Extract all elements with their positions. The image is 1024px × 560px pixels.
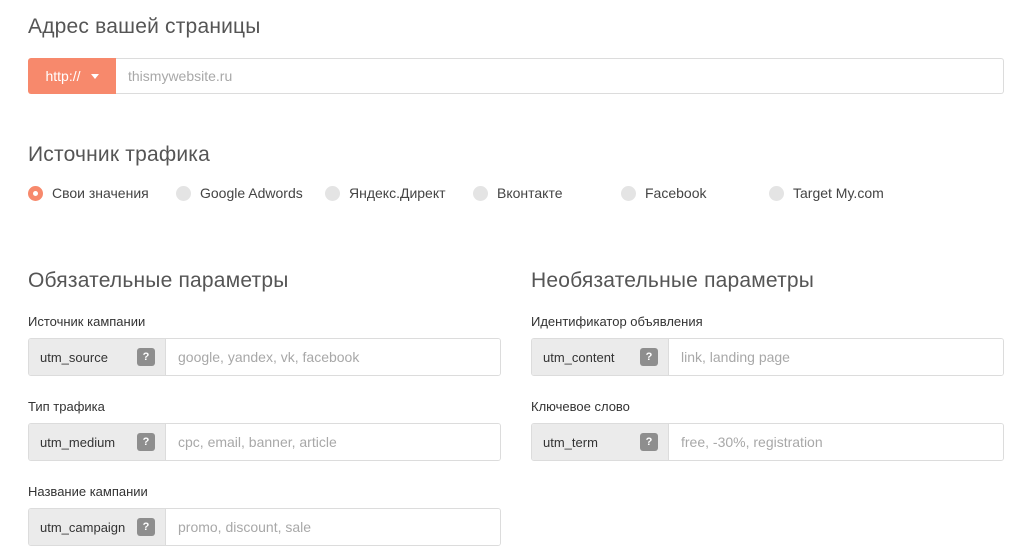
radio-google-adwords[interactable]: Google Adwords [176,185,303,201]
radio-facebook[interactable]: Facebook [621,185,706,201]
traffic-title: Источник трафика [28,143,210,166]
optional-title: Необязательные параметры [531,269,815,292]
param-tag: utm_medium ? [29,424,166,460]
utm-source-input[interactable] [166,339,500,375]
field-utm-campaign: Название кампании utm_campaign ? [28,483,501,546]
radio-yandex-direct[interactable]: Яндекс.Директ [325,185,446,201]
radio-label: Target My.com [793,185,884,201]
utm-content-input[interactable] [669,339,1003,375]
radio-label: Facebook [645,185,707,201]
field-label: Тип трафика [28,399,105,414]
field-box: utm_term ? [531,423,1004,461]
radio-label: Яндекс.Директ [349,185,446,201]
radio-unchecked-icon [325,185,340,201]
radio-checked-icon [28,185,43,201]
field-utm-source: Источник кампании utm_source ? [28,313,501,376]
field-box: utm_source ? [28,338,501,376]
url-row: http:// [28,58,1004,94]
protocol-label: http:// [45,68,81,84]
help-icon[interactable]: ? [640,348,658,366]
help-icon[interactable]: ? [640,433,658,451]
param-name: utm_term [543,434,598,450]
help-icon[interactable]: ? [137,433,155,451]
utm-term-input[interactable] [669,424,1003,460]
radio-target-mycom[interactable]: Target My.com [769,185,884,201]
radio-label: Google Adwords [200,185,303,201]
param-tag: utm_content ? [532,339,669,375]
field-box: utm_content ? [531,338,1004,376]
field-label: Название кампании [28,484,148,499]
radio-unchecked-icon [769,185,784,201]
field-box: utm_medium ? [28,423,501,461]
field-utm-medium: Тип трафика utm_medium ? [28,398,501,461]
field-label: Источник кампании [28,314,146,329]
field-utm-term: Ключевое слово utm_term ? [531,398,1004,461]
radio-unchecked-icon [176,185,191,201]
help-icon[interactable]: ? [137,518,155,536]
chevron-down-icon [90,73,99,79]
param-name: utm_medium [40,434,116,450]
param-name: utm_content [543,349,615,365]
address-title: Адрес вашей страницы [28,15,261,38]
utm-campaign-input[interactable] [166,509,500,545]
field-box: utm_campaign ? [28,508,501,546]
radio-unchecked-icon [473,185,488,201]
param-tag: utm_source ? [29,339,166,375]
protocol-dropdown[interactable]: http:// [28,58,116,94]
param-name: utm_campaign [40,519,126,535]
field-utm-content: Идентификатор объявления utm_content ? [531,313,1004,376]
field-label: Ключевое слово [531,399,630,414]
radio-label: Вконтакте [497,185,563,201]
radio-custom-values[interactable]: Свои значения [28,185,149,201]
required-title: Обязательные параметры [28,269,289,292]
param-name: utm_source [40,349,108,365]
field-label: Идентификатор объявления [531,314,703,329]
traffic-radio-group: Свои значения Google Adwords Яндекс.Дире… [28,185,1008,205]
radio-vkontakte[interactable]: Вконтакте [473,185,563,201]
radio-label: Свои значения [52,185,149,201]
param-tag: utm_term ? [532,424,669,460]
radio-unchecked-icon [621,185,636,201]
utm-medium-input[interactable] [166,424,500,460]
help-icon[interactable]: ? [137,348,155,366]
param-tag: utm_campaign ? [29,509,166,545]
url-input[interactable] [116,58,1004,94]
